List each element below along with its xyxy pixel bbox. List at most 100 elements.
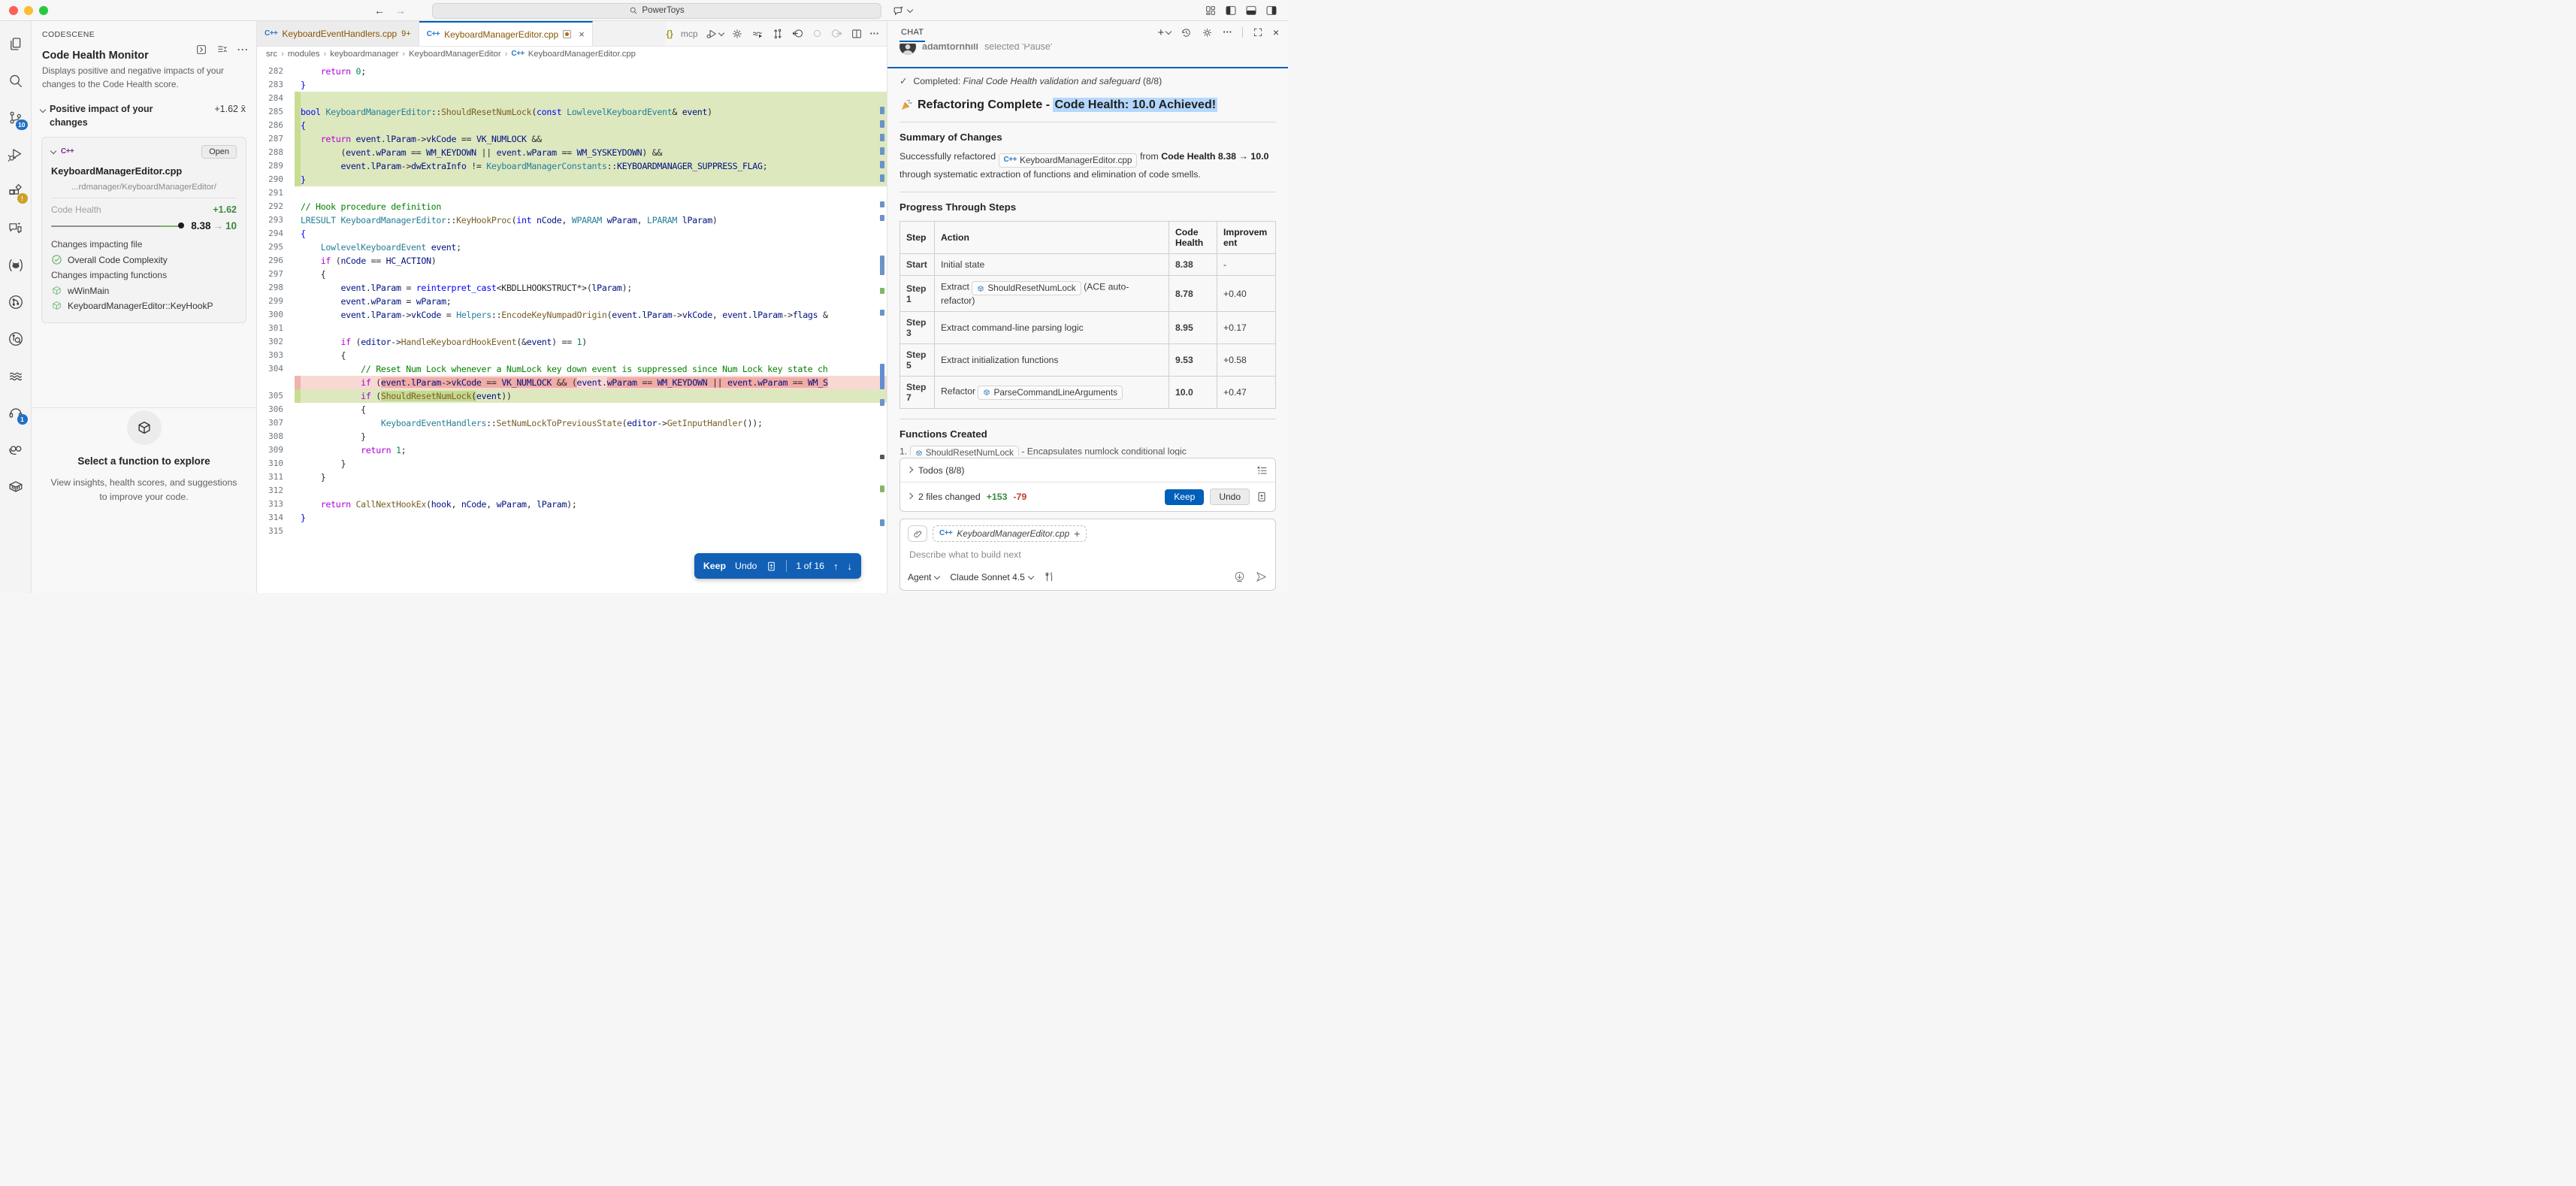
more-actions-icon[interactable]: ··· (237, 44, 249, 55)
toggle-sidebar-icon[interactable] (1225, 5, 1237, 17)
window-controls[interactable] (9, 6, 48, 15)
code-health-slider[interactable] (51, 225, 183, 227)
checklist-icon[interactable] (1256, 464, 1268, 476)
send-icon[interactable] (1255, 570, 1268, 583)
code-line[interactable]: 303 { (257, 349, 887, 362)
sidebar-item-codescene[interactable] (0, 357, 32, 394)
code-line[interactable]: 304 // Reset Num Lock whenever a NumLock… (257, 362, 887, 376)
code-line[interactable]: 313 return CallNextHookEx(hook, nCode, w… (257, 498, 887, 511)
added-code-line[interactable]: 287 return event.lParam->vkCode == VK_NU… (257, 132, 887, 146)
file-diff-icon[interactable] (1256, 491, 1268, 503)
open-file-button[interactable]: Open (201, 145, 237, 159)
sidebar-item-git-graph[interactable] (0, 283, 32, 320)
tools-icon[interactable] (1044, 571, 1055, 582)
model-selector[interactable]: Claude Sonnet 4.5 (950, 572, 1033, 582)
close-window-button[interactable] (9, 6, 18, 15)
new-chat-menu[interactable]: + (1158, 26, 1172, 39)
gear-icon[interactable] (1202, 27, 1213, 38)
compare-changes-icon[interactable] (772, 28, 784, 40)
code-line[interactable]: 283} (257, 78, 887, 92)
code-line[interactable]: 310 } (257, 457, 887, 470)
list-item[interactable]: wWinMain (51, 285, 237, 296)
sidebar-item-ai-assistant[interactable] (0, 431, 32, 467)
run-debug-menu[interactable] (706, 28, 724, 40)
code-line[interactable]: 293LRESULT KeyboardManagerEditor::KeyHoo… (257, 213, 887, 227)
sidebar-item-github[interactable] (0, 247, 32, 283)
breadcrumb-item[interactable]: src (266, 50, 277, 59)
slider-knob[interactable] (178, 222, 184, 228)
code-line[interactable]: 307 KeyboardEventHandlers::SetNumLockToP… (257, 416, 887, 430)
added-code-line[interactable]: 288 (event.wParam == WM_KEYDOWN || event… (257, 146, 887, 159)
code-line[interactable]: 282 return 0; (257, 65, 887, 78)
code-line[interactable]: 306 { (257, 403, 887, 416)
tab-chat[interactable]: CHAT (899, 23, 925, 42)
file-card[interactable]: C++ Open KeyboardManagerEditor.cpp ...rd… (41, 137, 246, 323)
code-line[interactable]: 291 (257, 186, 887, 200)
code-line[interactable]: 312 (257, 484, 887, 498)
list-item[interactable]: KeyboardManagerEditor::KeyHookP (51, 300, 237, 311)
code-editor[interactable]: 282 return 0;283}284285bool KeyboardMana… (257, 62, 887, 593)
tab-keyboardeventhandlers[interactable]: C++ KeyboardEventHandlers.cpp 9+ (257, 21, 419, 46)
code-line[interactable]: 309 return 1; (257, 443, 887, 457)
minimize-window-button[interactable] (24, 6, 33, 15)
sidebar-item-chat[interactable] (0, 210, 32, 247)
symbol-chip[interactable]: ParseCommandLineArguments (978, 386, 1123, 400)
toggle-panel-icon[interactable] (1245, 5, 1257, 17)
todos-row[interactable]: Todos (8/8) (900, 458, 1275, 482)
added-code-line[interactable]: 305 if (ShouldResetNumLock(event)) (257, 389, 887, 403)
maximize-window-button[interactable] (39, 6, 48, 15)
next-change-icon[interactable]: ↓ (848, 561, 853, 572)
undo-button[interactable]: Undo (735, 561, 757, 571)
nav-back-circle-icon[interactable] (791, 27, 804, 40)
added-code-line[interactable]: 289 event.lParam->dwExtraInfo != Keyboar… (257, 159, 887, 173)
more-actions-icon[interactable]: ··· (1223, 27, 1232, 38)
code-line[interactable]: 300 event.lParam->vkCode = Helpers::Enco… (257, 308, 887, 322)
breadcrumb-item[interactable]: modules (288, 50, 320, 59)
history-icon[interactable] (1181, 27, 1192, 38)
sidebar-item-search[interactable] (0, 62, 32, 99)
code-line[interactable]: 315 (257, 525, 887, 538)
modified-indicator-icon[interactable] (563, 30, 571, 38)
breadcrumb-item[interactable]: keyboardmanager (330, 50, 398, 59)
customize-layout-icon[interactable] (1205, 5, 1217, 17)
command-center-search[interactable]: PowerToys (432, 3, 881, 19)
keep-button[interactable]: Keep (703, 561, 726, 571)
close-tab-icon[interactable]: × (579, 29, 585, 40)
list-item[interactable]: Overall Code Complexity (51, 254, 237, 265)
chat-input-box[interactable]: C++ KeyboardManagerEditor.cpp + Describe… (899, 519, 1276, 591)
files-changed-row[interactable]: 2 files changed +153 -79 Keep Undo (900, 482, 1275, 511)
copilot-menu[interactable] (893, 0, 912, 21)
keep-button[interactable]: Keep (1165, 489, 1204, 505)
sidebar-item-explorer[interactable] (0, 26, 32, 62)
added-code-line[interactable]: 285bool KeyboardManagerEditor::ShouldRes… (257, 105, 887, 119)
code-line[interactable]: 292// Hook procedure definition (257, 200, 887, 213)
add-context-icon[interactable]: + (1074, 528, 1080, 540)
undo-button[interactable]: Undo (1210, 489, 1250, 505)
toggle-secondary-sidebar-icon[interactable] (1265, 5, 1277, 17)
attached-file-chip[interactable]: C++ KeyboardManagerEditor.cpp + (933, 525, 1087, 542)
collapse-all-icon[interactable] (216, 44, 228, 56)
sidebar-item-run-debug[interactable] (0, 136, 32, 173)
close-panel-icon[interactable]: × (1273, 26, 1279, 38)
symbol-chip[interactable]: ShouldResetNumLock (972, 281, 1081, 295)
deleted-code-line[interactable]: if (event.lParam->vkCode == VK_NUMLOCK &… (257, 376, 887, 389)
open-in-editor-icon[interactable] (195, 44, 207, 56)
background-request-icon[interactable] (1233, 570, 1246, 583)
chat-input[interactable]: Describe what to build next (908, 549, 1268, 560)
more-actions-icon[interactable]: ··· (870, 29, 880, 39)
breadcrumb[interactable]: src›modules›keyboardmanager›KeyboardMana… (257, 47, 887, 62)
chevron-down-icon[interactable] (50, 148, 56, 154)
code-line[interactable]: 295 LowlevelKeyboardEvent event; (257, 241, 887, 254)
code-line[interactable]: 297 { (257, 268, 887, 281)
added-code-line[interactable]: 290} (257, 173, 887, 186)
maximize-panel-icon[interactable] (1253, 27, 1263, 38)
breadcrumb-item[interactable]: KeyboardManagerEditor.cpp (528, 50, 636, 59)
sidebar-item-git-history[interactable] (0, 320, 32, 357)
symbol-chip[interactable]: ShouldResetNumLock (910, 446, 1019, 455)
mode-selector[interactable]: Agent (908, 572, 939, 582)
file-diff-icon[interactable] (766, 561, 777, 572)
gear-icon[interactable] (731, 28, 743, 40)
file-chip[interactable]: C++KeyboardManagerEditor.cpp (999, 153, 1138, 168)
added-code-line[interactable]: 286{ (257, 119, 887, 132)
breadcrumb-item[interactable]: KeyboardManagerEditor (409, 50, 500, 59)
